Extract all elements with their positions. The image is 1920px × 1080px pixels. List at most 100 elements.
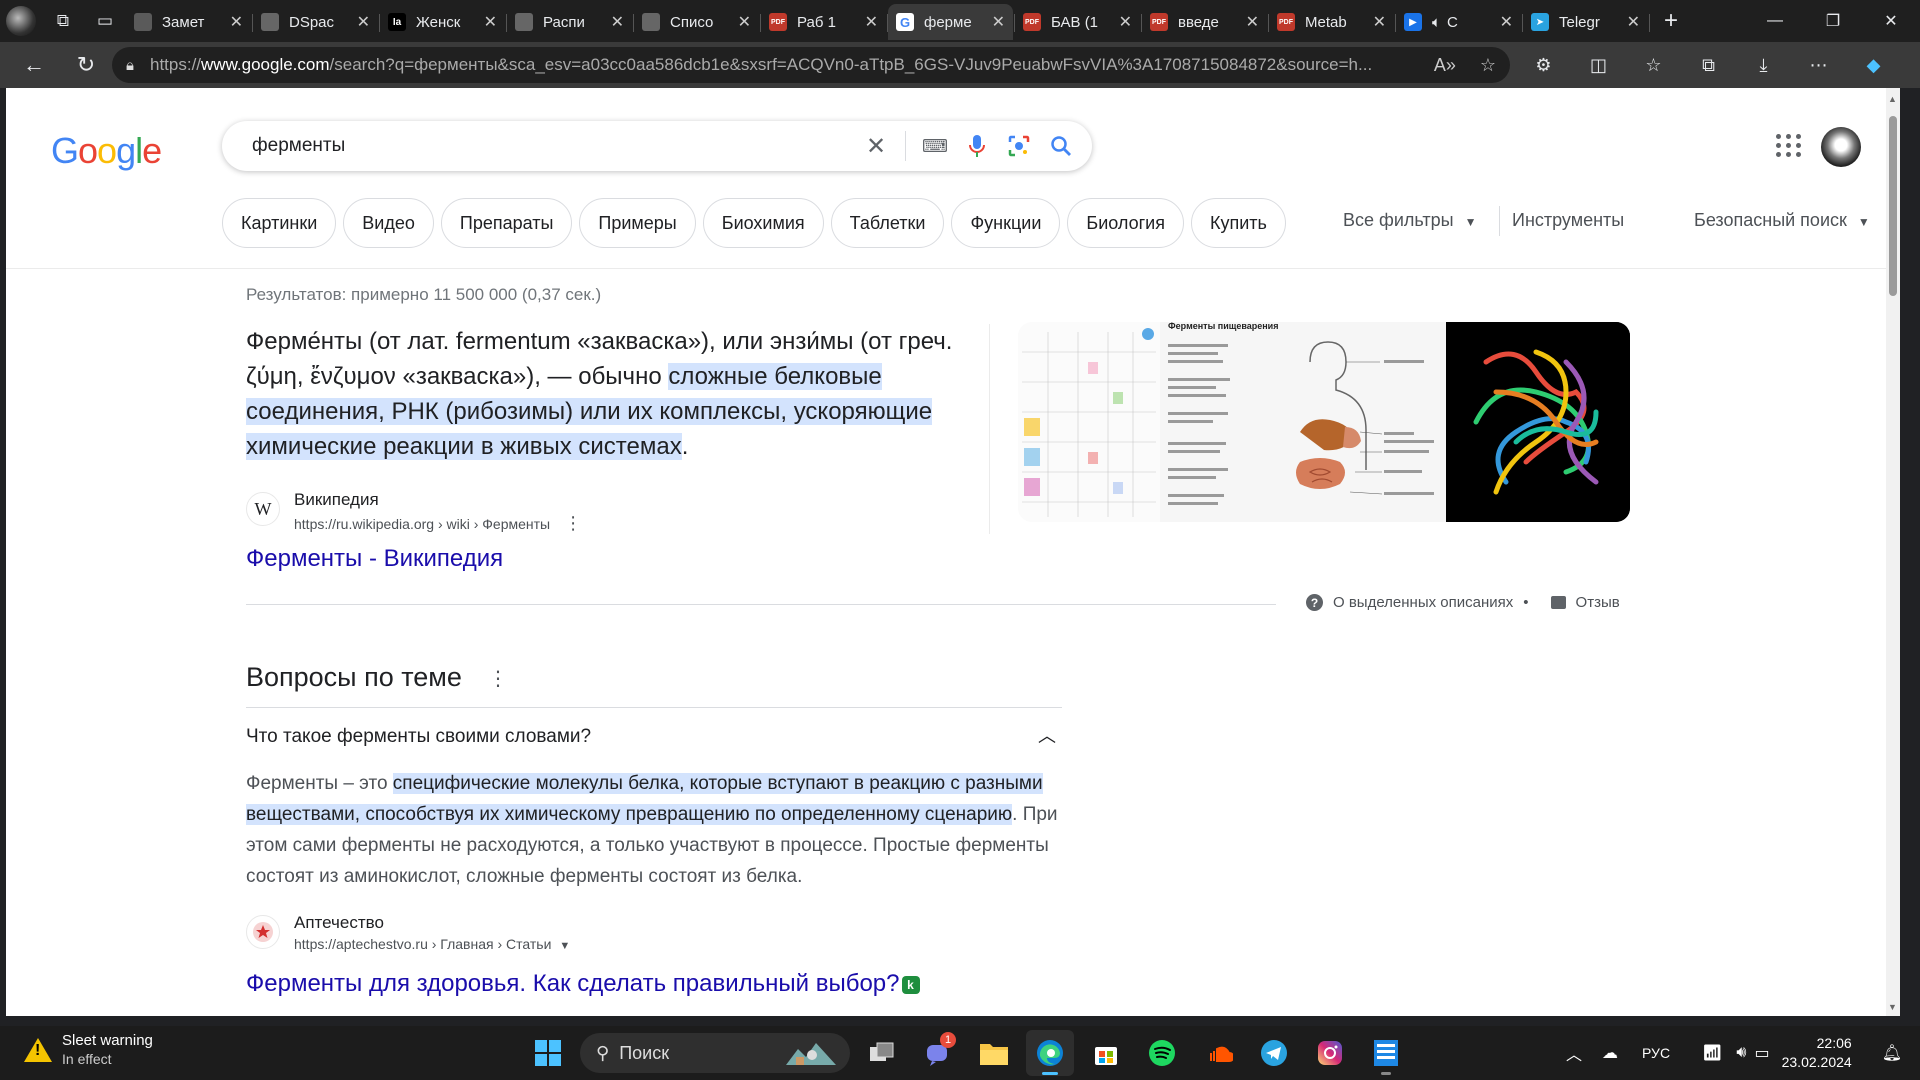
filter-chip[interactable]: Препараты xyxy=(440,198,573,248)
browser-tab[interactable]: Gферме ✕ xyxy=(888,4,1015,40)
teams-chat-icon[interactable]: 1 xyxy=(914,1030,962,1076)
browser-tab[interactable]: PDF БАВ (1 ✕ xyxy=(1015,4,1142,40)
copilot-icon[interactable]: ◆ xyxy=(1846,42,1901,88)
split-screen-icon[interactable]: ◫ xyxy=(1571,42,1626,88)
notifications-icon[interactable]: 🔔︎ xyxy=(1882,1043,1902,1063)
about-featured-link[interactable]: О выделенных описаниях xyxy=(1333,594,1513,611)
keyboard-icon[interactable]: ⌨ xyxy=(914,125,956,167)
featured-result-link[interactable]: Ферменты - Википедия xyxy=(246,545,503,573)
speaker-icon[interactable]: 🔈︎ xyxy=(1432,14,1441,31)
close-tab-icon[interactable]: ✕ xyxy=(992,12,1005,32)
tools-button[interactable]: Инструменты xyxy=(1512,210,1624,231)
google-logo[interactable]: Google xyxy=(51,130,162,172)
search-icon[interactable] xyxy=(1040,125,1082,167)
workspaces-icon[interactable]: ⧉ xyxy=(42,0,84,42)
more-options-icon[interactable]: ⋮ xyxy=(488,666,508,691)
lock-icon[interactable]: 🔒︎ xyxy=(126,57,134,74)
taskbar-search[interactable]: ⚲ Поиск xyxy=(580,1033,850,1073)
feedback-icon[interactable] xyxy=(1550,596,1566,609)
scrollbar-thumb[interactable] xyxy=(1889,116,1897,296)
filter-chip[interactable]: Картинки xyxy=(222,198,337,248)
safe-search-button[interactable]: Безопасный поиск ▼ xyxy=(1694,210,1870,231)
task-view-icon[interactable] xyxy=(858,1030,906,1076)
paa-question[interactable]: Что такое ферменты своими словами? xyxy=(246,726,591,748)
digestion-diagram-image[interactable]: Ферменты пищеварения xyxy=(1160,322,1446,522)
browser-tab[interactable]: PDF Metab ✕ xyxy=(1269,4,1396,40)
spotify-icon[interactable] xyxy=(1138,1030,1186,1076)
settings-menu-icon[interactable]: ⋯ xyxy=(1791,42,1846,88)
volume-icon[interactable]: 🔊︎ xyxy=(1736,1044,1746,1062)
extensions-icon[interactable]: ⚙ xyxy=(1516,42,1571,88)
new-tab-button[interactable]: + xyxy=(1650,0,1692,42)
page-scrollbar[interactable]: ▲ ▼ xyxy=(1886,88,1900,1016)
read-aloud-icon[interactable]: A» xyxy=(1434,55,1456,76)
close-tab-icon[interactable]: ✕ xyxy=(1246,12,1259,32)
search-input[interactable]: ферменты xyxy=(252,135,855,157)
browser-tab[interactable]: Ia Женск ✕ xyxy=(380,4,507,40)
browser-tab[interactable]: ▶ 🔈︎ C ✕ xyxy=(1396,4,1523,40)
help-icon[interactable]: ? xyxy=(1306,594,1323,611)
search-box[interactable]: ферменты ✕ ⌨ xyxy=(222,121,1092,171)
wifi-icon[interactable]: 📶︎ xyxy=(1702,1043,1722,1063)
feedback-link[interactable]: Отзыв xyxy=(1576,594,1620,611)
chevron-up-icon[interactable]: ︿ xyxy=(1038,722,1056,748)
featured-images[interactable]: Ферменты пищеварения xyxy=(1018,322,1630,522)
lens-icon[interactable] xyxy=(998,125,1040,167)
back-button[interactable]: ← xyxy=(8,42,60,88)
edge-browser-icon[interactable] xyxy=(1026,1030,1074,1076)
paa-source[interactable]: Аптечество https://aptechestvo.ru › Глав… xyxy=(246,913,570,952)
language-indicator[interactable]: РУС xyxy=(1642,1045,1670,1061)
close-window-button[interactable]: ✕ xyxy=(1862,0,1920,42)
browser-tab[interactable]: Списо ✕ xyxy=(634,4,761,40)
scroll-down-icon[interactable]: ▼ xyxy=(1888,1002,1897,1012)
browser-tab[interactable]: Замет ✕ xyxy=(126,4,253,40)
filter-chip[interactable]: Биология xyxy=(1067,198,1184,248)
filter-chip[interactable]: Примеры xyxy=(579,198,696,248)
more-options-icon[interactable]: ⋮ xyxy=(564,513,582,533)
filter-chip[interactable]: Таблетки xyxy=(830,198,945,248)
browser-tab[interactable]: DSpac ✕ xyxy=(253,4,380,40)
soundcloud-icon[interactable] xyxy=(1194,1030,1242,1076)
close-tab-icon[interactable]: ✕ xyxy=(865,12,878,32)
restore-button[interactable]: ❐ xyxy=(1804,0,1862,42)
account-avatar[interactable] xyxy=(1821,127,1861,167)
close-tab-icon[interactable]: ✕ xyxy=(357,12,370,32)
address-bar[interactable]: 🔒︎ https://www.google.com/search?q=ферме… xyxy=(112,47,1510,83)
microsoft-store-icon[interactable] xyxy=(1082,1030,1130,1076)
close-tab-icon[interactable]: ✕ xyxy=(230,12,243,32)
favorites-icon[interactable]: ☆ xyxy=(1626,42,1681,88)
instagram-icon[interactable] xyxy=(1306,1030,1354,1076)
weather-widget[interactable]: Sleet warning In effect xyxy=(24,1032,153,1067)
browser-tab[interactable]: PDF введе ✕ xyxy=(1142,4,1269,40)
browser-tab[interactable]: PDF Раб 1 ✕ xyxy=(761,4,888,40)
favorite-star-icon[interactable]: ☆ xyxy=(1480,55,1496,76)
filter-chip[interactable]: Купить xyxy=(1190,198,1286,248)
enzyme-table-image[interactable] xyxy=(1018,322,1160,522)
filter-chip[interactable]: Биохимия xyxy=(702,198,824,248)
browser-tab[interactable]: Распи ✕ xyxy=(507,4,634,40)
featured-source[interactable]: W Википедия https://ru.wikipedia.org › w… xyxy=(246,490,582,534)
close-tab-icon[interactable]: ✕ xyxy=(738,12,751,32)
close-tab-icon[interactable]: ✕ xyxy=(611,12,624,32)
start-button[interactable] xyxy=(524,1030,572,1076)
enzyme-structure-image[interactable] xyxy=(1446,322,1630,522)
close-tab-icon[interactable]: ✕ xyxy=(484,12,497,32)
scroll-up-icon[interactable]: ▲ xyxy=(1888,94,1897,104)
voice-search-icon[interactable] xyxy=(956,125,998,167)
minimize-button[interactable]: — xyxy=(1746,0,1804,42)
refresh-button[interactable]: ↻ xyxy=(60,42,112,88)
close-tab-icon[interactable]: ✕ xyxy=(1627,12,1640,32)
clock[interactable]: 22:06 23.02.2024 xyxy=(1782,1034,1852,1072)
filter-chip[interactable]: Видео xyxy=(343,198,434,248)
onedrive-icon[interactable]: ☁ xyxy=(1602,1043,1618,1063)
browser-profile-button[interactable] xyxy=(0,0,42,42)
file-explorer-icon[interactable] xyxy=(970,1030,1018,1076)
chevron-up-icon[interactable]: ︿ xyxy=(1566,1041,1582,1065)
tab-actions-icon[interactable]: ▭ xyxy=(84,0,126,42)
google-apps-icon[interactable] xyxy=(1774,130,1804,160)
paa-result-link[interactable]: Ферменты для здоровья. Как сделать прави… xyxy=(246,970,920,998)
telegram-icon[interactable] xyxy=(1250,1030,1298,1076)
all-filters-button[interactable]: Все фильтры ▼ xyxy=(1343,210,1476,231)
app-window-icon[interactable] xyxy=(1362,1030,1410,1076)
browser-tab[interactable]: ➤ Telegr ✕ xyxy=(1523,4,1650,40)
